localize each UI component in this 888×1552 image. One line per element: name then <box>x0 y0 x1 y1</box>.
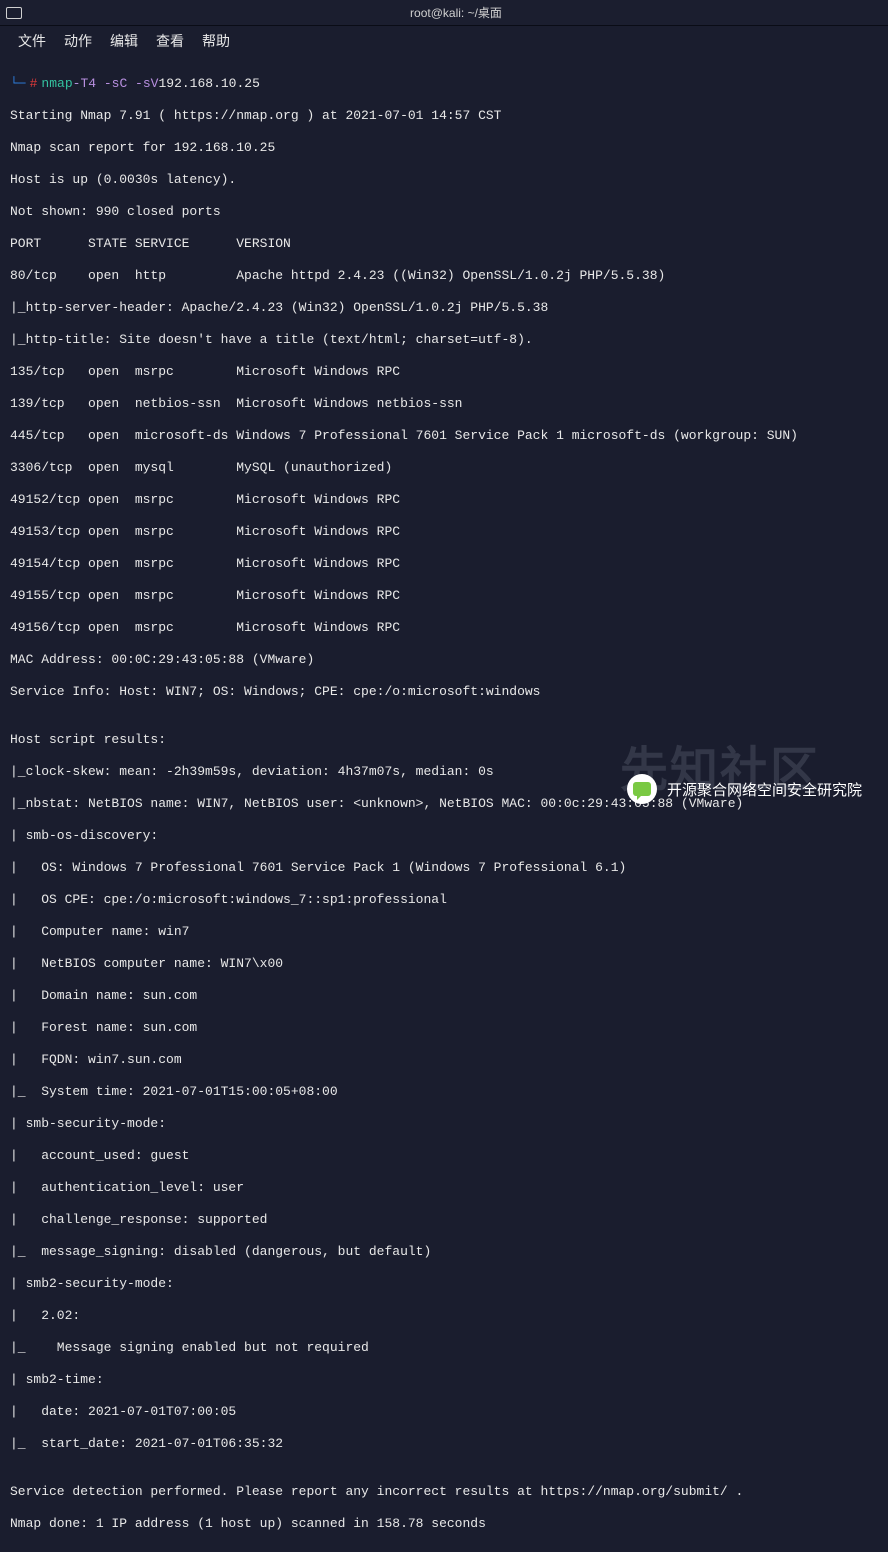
output-line: PORT STATE SERVICE VERSION <box>10 236 878 252</box>
output-line: | Computer name: win7 <box>10 924 878 940</box>
output-line: Nmap done: 1 IP address (1 host up) scan… <box>10 1516 878 1532</box>
command-name: nmap <box>41 76 72 92</box>
terminal-output[interactable]: └─# nmap -T4 -sC -sV 192.168.10.25 Start… <box>0 56 888 1552</box>
output-line: |_http-title: Site doesn't have a title … <box>10 332 878 348</box>
output-line: |_nbstat: NetBIOS name: WIN7, NetBIOS us… <box>10 796 878 812</box>
output-line: MAC Address: 00:0C:29:43:05:88 (VMware) <box>10 652 878 668</box>
prompt-line: └─# nmap -T4 -sC -sV 192.168.10.25 <box>10 76 878 92</box>
output-line: |_ start_date: 2021-07-01T06:35:32 <box>10 1436 878 1452</box>
output-line: 139/tcp open netbios-ssn Microsoft Windo… <box>10 396 878 412</box>
output-line: 49156/tcp open msrpc Microsoft Windows R… <box>10 620 878 636</box>
window-title: root@kali: ~/桌面 <box>30 4 882 21</box>
menu-action[interactable]: 动作 <box>64 31 92 51</box>
output-line: Starting Nmap 7.91 ( https://nmap.org ) … <box>10 108 878 124</box>
menu-edit[interactable]: 编辑 <box>110 31 138 51</box>
terminal-icon <box>6 7 22 19</box>
output-line: Not shown: 990 closed ports <box>10 204 878 220</box>
output-line: |_ Message signing enabled but not requi… <box>10 1340 878 1356</box>
output-line: | OS: Windows 7 Professional 7601 Servic… <box>10 860 878 876</box>
output-line: Host is up (0.0030s latency). <box>10 172 878 188</box>
menu-help[interactable]: 帮助 <box>202 31 230 51</box>
output-line: 49155/tcp open msrpc Microsoft Windows R… <box>10 588 878 604</box>
output-line: | smb-os-discovery: <box>10 828 878 844</box>
output-line: | challenge_response: supported <box>10 1212 878 1228</box>
output-line: 135/tcp open msrpc Microsoft Windows RPC <box>10 364 878 380</box>
output-line: | 2.02: <box>10 1308 878 1324</box>
output-line: Service Info: Host: WIN7; OS: Windows; C… <box>10 684 878 700</box>
menubar: 文件 动作 编辑 查看 帮助 <box>0 26 888 56</box>
output-line: | smb-security-mode: <box>10 1116 878 1132</box>
output-line: Host script results: <box>10 732 878 748</box>
output-line: 49152/tcp open msrpc Microsoft Windows R… <box>10 492 878 508</box>
output-line: Nmap scan report for 192.168.10.25 <box>10 140 878 156</box>
menu-file[interactable]: 文件 <box>18 31 46 51</box>
output-line: | date: 2021-07-01T07:00:05 <box>10 1404 878 1420</box>
output-line: Service detection performed. Please repo… <box>10 1484 878 1500</box>
output-line: 80/tcp open http Apache httpd 2.4.23 ((W… <box>10 268 878 284</box>
output-line: 49154/tcp open msrpc Microsoft Windows R… <box>10 556 878 572</box>
menu-view[interactable]: 查看 <box>156 31 184 51</box>
output-line: 49153/tcp open msrpc Microsoft Windows R… <box>10 524 878 540</box>
output-line: |_ message_signing: disabled (dangerous,… <box>10 1244 878 1260</box>
output-line: |_clock-skew: mean: -2h39m59s, deviation… <box>10 764 878 780</box>
output-line: | smb2-security-mode: <box>10 1276 878 1292</box>
prompt-bracket: └─ <box>10 76 26 92</box>
command-flags: -T4 -sC -sV <box>73 76 159 92</box>
output-line: | Domain name: sun.com <box>10 988 878 1004</box>
prompt-hash: # <box>30 76 38 92</box>
window-titlebar: root@kali: ~/桌面 <box>0 0 888 26</box>
output-line: | account_used: guest <box>10 1148 878 1164</box>
command-target: 192.168.10.25 <box>158 76 259 92</box>
output-line: |_ System time: 2021-07-01T15:00:05+08:0… <box>10 1084 878 1100</box>
output-line: | OS CPE: cpe:/o:microsoft:windows_7::sp… <box>10 892 878 908</box>
output-line: 445/tcp open microsoft-ds Windows 7 Prof… <box>10 428 878 444</box>
output-line: 3306/tcp open mysql MySQL (unauthorized) <box>10 460 878 476</box>
output-line: |_http-server-header: Apache/2.4.23 (Win… <box>10 300 878 316</box>
output-line: | Forest name: sun.com <box>10 1020 878 1036</box>
output-line: | smb2-time: <box>10 1372 878 1388</box>
output-line: | authentication_level: user <box>10 1180 878 1196</box>
output-line: | FQDN: win7.sun.com <box>10 1052 878 1068</box>
output-line: | NetBIOS computer name: WIN7\x00 <box>10 956 878 972</box>
